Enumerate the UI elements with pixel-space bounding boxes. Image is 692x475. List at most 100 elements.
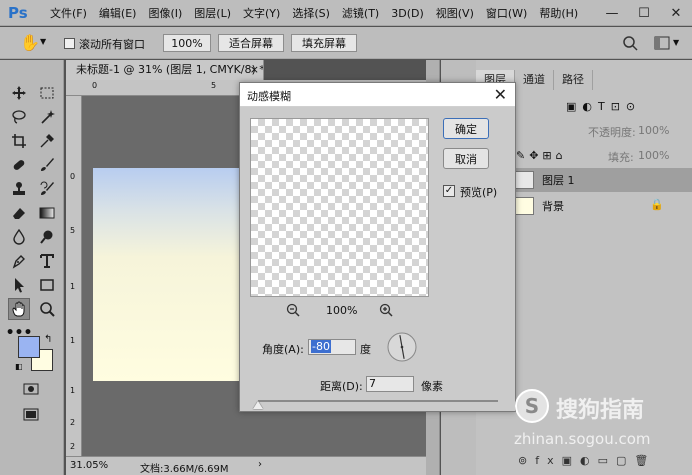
distance-input[interactable]: 7 xyxy=(366,376,414,392)
preview-area[interactable] xyxy=(250,118,429,297)
preview-zoom-value: 100% xyxy=(326,304,358,317)
eraser-icon xyxy=(13,208,25,219)
watermark: S 搜狗指南 zhinan.sogou.com xyxy=(510,384,690,454)
document-image[interactable] xyxy=(93,168,243,381)
distance-unit: 像素 xyxy=(421,380,443,393)
workspace-chevron-icon[interactable]: ▼ xyxy=(673,38,679,47)
distance-label: 距离(D): xyxy=(320,380,363,393)
preset-chevron-icon[interactable]: ▼ xyxy=(40,37,46,46)
motion-blur-dialog: 动感模糊 ✕ 100% 确定 取消 ✓ 预览(P) 角度(A): -80 度 距… xyxy=(239,82,516,412)
lock-icons[interactable]: ✎✥⊞⌂ xyxy=(516,149,567,162)
menu-3d[interactable]: 3D(D) xyxy=(385,7,430,20)
menu-edit[interactable]: 编辑(E) xyxy=(93,5,143,21)
cancel-button[interactable]: 取消 xyxy=(443,148,489,169)
angle-unit: 度 xyxy=(360,343,371,356)
ok-button[interactable]: 确定 xyxy=(443,118,489,139)
menu-type[interactable]: 文字(Y) xyxy=(237,5,286,21)
quick-mask-button[interactable] xyxy=(20,378,42,400)
zoom-level[interactable]: 31.05% xyxy=(70,460,108,471)
magic-wand-tool[interactable] xyxy=(36,106,58,128)
opacity-value[interactable]: 100% xyxy=(638,124,669,137)
lasso-tool[interactable] xyxy=(8,106,30,128)
layer-row-1[interactable]: 图层 1 xyxy=(512,168,692,192)
screen-mode-button[interactable] xyxy=(20,404,42,426)
eyedropper-icon xyxy=(40,134,54,148)
fit-screen-button[interactable]: 适合屏幕 xyxy=(218,34,284,52)
dodge-tool[interactable] xyxy=(36,226,58,248)
menu-view[interactable]: 视图(V) xyxy=(430,5,480,21)
close-icon: ✕ xyxy=(670,5,682,21)
menu-layer[interactable]: 图层(L) xyxy=(188,5,237,21)
swap-colors-icon[interactable]: ↰ xyxy=(44,334,52,345)
layer-actions-icons[interactable]: ⊚fx▣◐▭▢🗑 xyxy=(518,454,656,467)
scroll-all-checkbox[interactable] xyxy=(64,38,75,49)
dialog-close-icon[interactable]: ✕ xyxy=(494,85,507,104)
marquee-tool[interactable] xyxy=(36,82,58,104)
vertical-ruler: 0 5 1 1 1 2 2 xyxy=(66,96,82,456)
blur-tool[interactable] xyxy=(8,226,30,248)
workspace-icon[interactable] xyxy=(654,36,670,50)
menu-filter[interactable]: 滤镜(T) xyxy=(336,5,385,21)
type-tool[interactable] xyxy=(36,250,58,272)
ruler-left-label-6: 2 xyxy=(70,442,76,451)
stamp-icon xyxy=(13,182,25,195)
magnifier-icon xyxy=(40,302,55,317)
screen-mode-icon xyxy=(23,408,39,421)
eraser-tool[interactable] xyxy=(8,202,30,224)
preview-label: 预览(P) xyxy=(460,186,498,199)
menu-window[interactable]: 窗口(W) xyxy=(480,5,533,21)
hand-tool[interactable] xyxy=(8,298,30,320)
fill-value[interactable]: 100% xyxy=(638,149,669,162)
brush-tool[interactable] xyxy=(36,154,58,176)
document-tab-close[interactable]: × xyxy=(250,60,259,80)
angle-dial[interactable] xyxy=(386,331,418,363)
distance-slider-thumb[interactable] xyxy=(253,401,263,409)
ruler-left-label-2: 1 xyxy=(70,282,76,291)
menu-image[interactable]: 图像(I) xyxy=(142,5,188,21)
menu-select[interactable]: 选择(S) xyxy=(286,5,336,21)
zoom-in-icon[interactable] xyxy=(379,303,393,317)
hand-tool-preset-icon[interactable]: ✋ xyxy=(20,33,40,52)
maximize-button[interactable]: ☐ xyxy=(628,0,660,26)
menu-file[interactable]: 文件(F) xyxy=(44,5,93,21)
path-selection-tool[interactable] xyxy=(8,274,30,296)
angle-input[interactable]: -80 xyxy=(308,339,356,355)
pen-tool[interactable] xyxy=(8,250,30,272)
eyedropper-tool[interactable] xyxy=(36,130,58,152)
gradient-tool[interactable] xyxy=(36,202,58,224)
search-icon[interactable] xyxy=(622,35,638,51)
ruler-top-label-0: 0 xyxy=(92,81,98,90)
bandage-icon xyxy=(13,160,25,170)
distance-slider-track[interactable] xyxy=(258,400,498,402)
filter-icons[interactable]: ▣◐T⊡⊙ xyxy=(566,100,641,113)
healing-brush-tool[interactable] xyxy=(8,154,30,176)
maximize-icon: ☐ xyxy=(638,5,650,21)
document-tab[interactable]: 未标题-1 @ 31% (图层 1, CMYK/8) * × xyxy=(66,60,264,80)
tab-paths[interactable]: 路径 xyxy=(554,70,593,90)
history-brush-tool[interactable] xyxy=(36,178,58,200)
crop-tool[interactable] xyxy=(8,130,30,152)
menu-bar: Ps 文件(F) 编辑(E) 图像(I) 图层(L) 文字(Y) 选择(S) 滤… xyxy=(0,0,692,26)
rectangle-tool[interactable] xyxy=(36,274,58,296)
move-tool[interactable] xyxy=(8,82,30,104)
tools-panel: ••• ↰ ◧ xyxy=(0,60,64,475)
tab-channels[interactable]: 通道 xyxy=(515,70,554,90)
angle-value: -80 xyxy=(311,340,331,353)
zoom-out-icon[interactable] xyxy=(286,303,300,317)
zoom-tool[interactable] xyxy=(36,298,58,320)
clone-stamp-tool[interactable] xyxy=(8,178,30,200)
dialog-titlebar[interactable]: 动感模糊 ✕ xyxy=(240,83,515,107)
sogou-logo-icon: S xyxy=(515,389,549,423)
fill-screen-button[interactable]: 填充屏幕 xyxy=(291,34,357,52)
photoshop-logo: Ps xyxy=(8,4,28,22)
minimize-button[interactable]: — xyxy=(596,0,628,26)
close-window-button[interactable]: ✕ xyxy=(660,0,692,26)
default-colors-icon[interactable]: ◧ xyxy=(15,362,23,371)
preview-checkbox[interactable]: ✓ xyxy=(443,185,455,197)
status-menu-arrow-icon[interactable]: › xyxy=(258,459,262,470)
zoom-100-button[interactable]: 100% xyxy=(163,34,211,52)
fill-label: 填充: xyxy=(608,151,634,164)
foreground-color-swatch[interactable] xyxy=(18,336,40,358)
menu-help[interactable]: 帮助(H) xyxy=(533,5,584,21)
layer-row-background[interactable]: 背景 🔒 xyxy=(512,194,692,218)
